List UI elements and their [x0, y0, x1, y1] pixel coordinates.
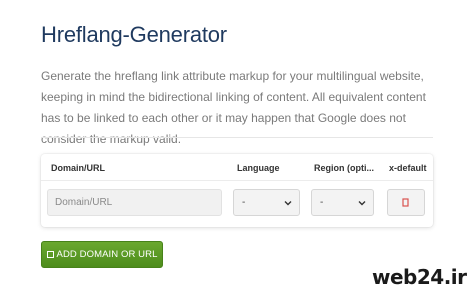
divider: [41, 137, 433, 138]
column-header-language: Language: [237, 163, 280, 173]
language-select-value: -: [242, 197, 246, 208]
page-title: Hreflang-Generator: [41, 22, 227, 47]
watermark-text: web24.ir: [372, 264, 467, 289]
add-domain-button[interactable]: ADD DOMAIN OR URL: [41, 241, 163, 268]
add-domain-label: ADD DOMAIN OR URL: [56, 249, 158, 260]
xdefault-cell: [387, 189, 425, 216]
column-header-xdefault: x-default: [389, 163, 427, 173]
xdefault-checkbox[interactable]: [402, 198, 410, 207]
square-outline-icon: [46, 251, 54, 258]
language-select[interactable]: -: [233, 189, 300, 216]
watermark-logo: web24.ir: [372, 263, 474, 290]
header-separator: [41, 180, 433, 181]
chevron-down-icon: [358, 200, 366, 205]
column-header-region: Region (opti...: [314, 163, 374, 173]
chevron-down-icon: [284, 200, 292, 205]
region-select[interactable]: -: [311, 189, 374, 216]
region-select-value: -: [320, 197, 324, 208]
domain-url-input[interactable]: [47, 189, 222, 216]
hreflang-table: Domain/URL Language Region (opti... x-de…: [41, 154, 433, 227]
column-header-domain: Domain/URL: [51, 163, 105, 173]
